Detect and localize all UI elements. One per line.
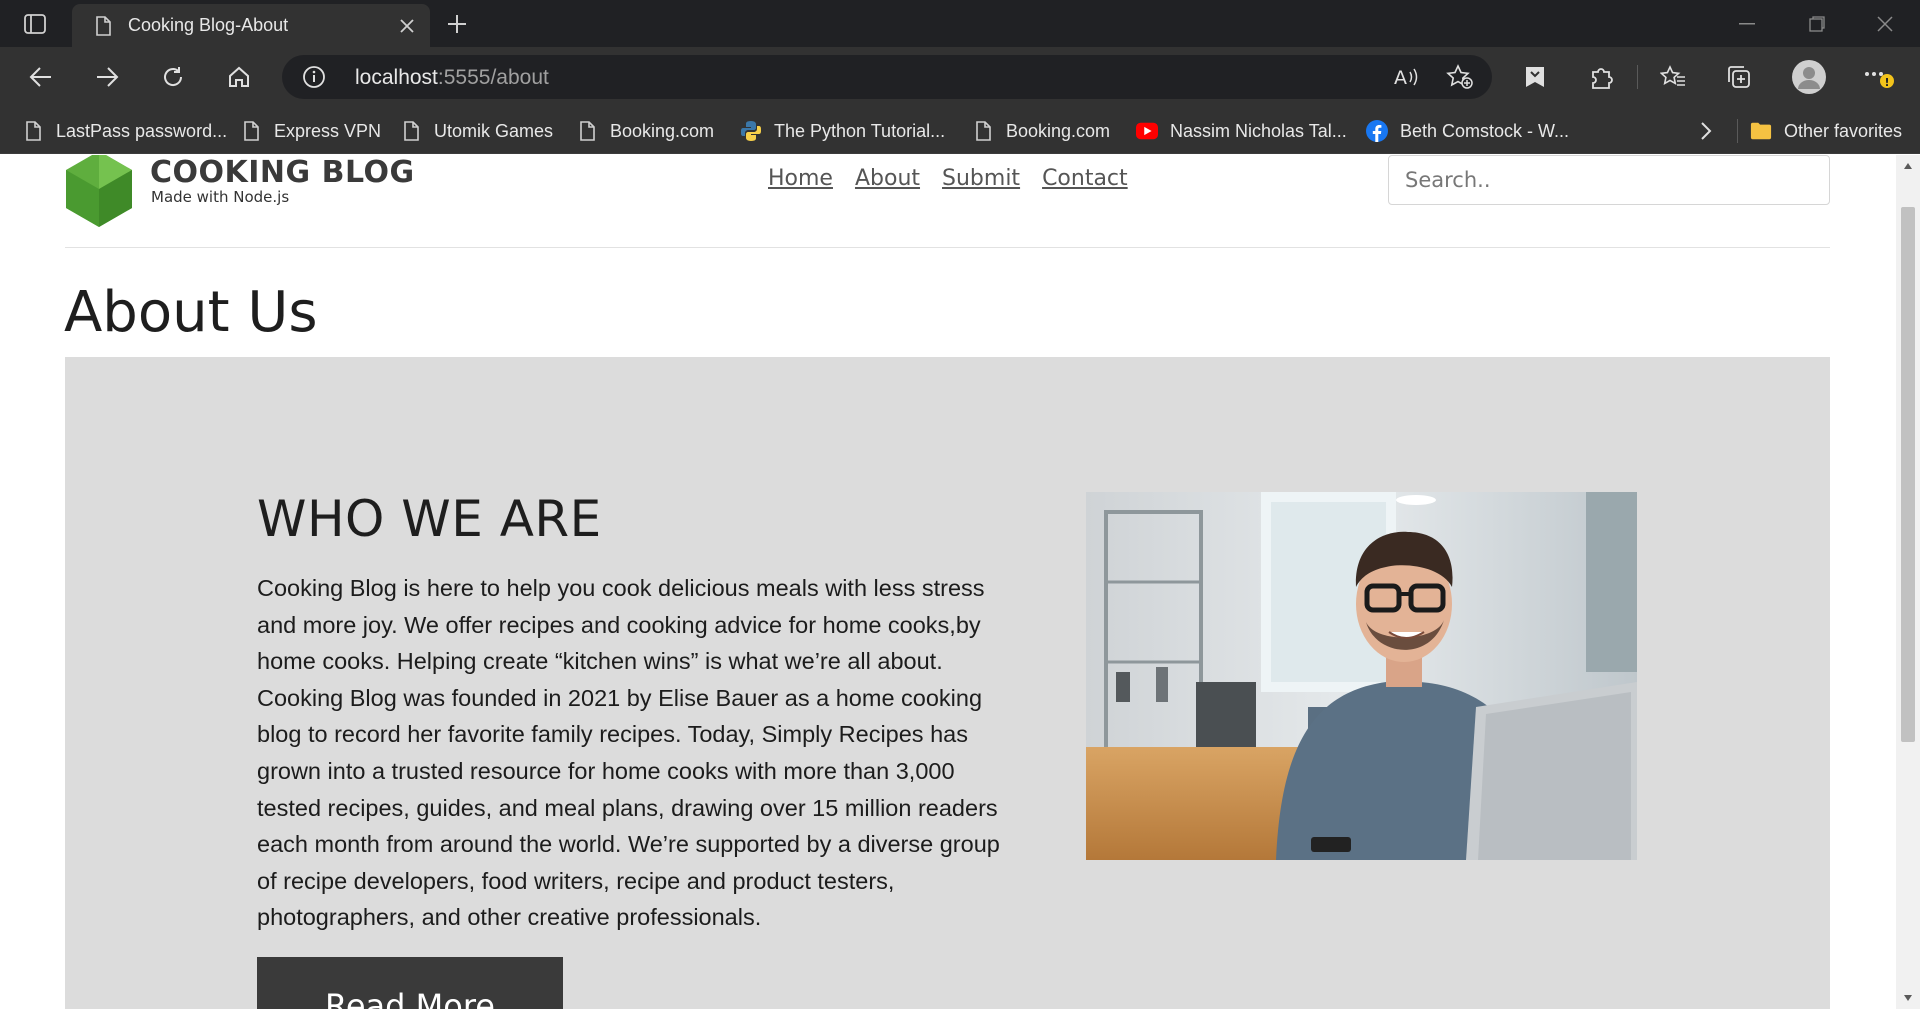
nodejs-logo-icon[interactable] [64,155,134,229]
page-icon [576,120,598,142]
bookmark-label: Utomik Games [434,120,554,141]
main-nav: Home About Submit Contact [768,166,1128,191]
read-more-button[interactable]: Read More [257,957,563,1009]
nav-link-contact[interactable]: Contact [1042,166,1128,191]
forward-icon[interactable] [86,57,128,97]
site-info-icon[interactable] [302,65,326,89]
bookmarks-divider [1737,119,1738,143]
bookmark-item[interactable]: The Python Tutorial... [740,117,945,145]
brand-subtitle: Made with Node.js [151,188,290,206]
restore-icon[interactable] [1782,0,1852,47]
lastpass-extension-icon[interactable] [1514,57,1556,97]
new-tab-icon[interactable] [440,10,474,38]
read-aloud-icon[interactable]: A [1392,64,1420,90]
bookmark-item[interactable]: Nassim Nicholas Tal... [1136,117,1347,145]
url-text: localhost:5555/about [355,66,549,90]
bookmark-item[interactable]: Booking.com [576,117,714,145]
home-icon[interactable] [218,57,260,97]
url-host: localhost [355,66,438,89]
youtube-icon [1136,120,1158,142]
python-icon [740,120,762,142]
browser-toolbar: localhost:5555/about A ! [0,47,1920,107]
who-we-are-heading: WHO WE ARE [257,490,602,548]
page-icon [400,120,422,142]
bookmark-item[interactable]: Booking.com [972,117,1110,145]
page-viewport: COOKING BLOG Made with Node.js Home Abou… [0,155,1896,1009]
who-we-are-text: Cooking Blog is here to help you cook de… [257,575,1000,931]
page-icon [92,15,114,37]
tab-title: Cooking Blog-About [128,15,289,35]
browser-tab-bar: Cooking Blog-About [0,0,1920,47]
bookmark-item[interactable]: Express VPN [240,117,381,145]
bookmark-label: Nassim Nicholas Tal... [1170,120,1347,141]
bookmark-item[interactable]: LastPass password... [22,117,227,145]
more-bookmarks-chevron-icon[interactable] [1700,117,1712,145]
scroll-down-arrow-icon[interactable] [1896,987,1920,1009]
bookmark-label: The Python Tutorial... [774,120,946,141]
tab-actions-icon[interactable] [18,10,52,38]
svg-text:!: ! [1885,76,1890,89]
profile-avatar-icon[interactable] [1788,57,1830,97]
bookmarks-bar: LastPass password... Express VPN Utomik … [0,107,1920,154]
bookmark-label: Booking.com [610,120,715,141]
other-favorites-label: Other favorites [1784,120,1903,141]
close-window-icon[interactable] [1850,0,1920,47]
add-favorite-icon[interactable] [1446,64,1474,90]
favorites-icon[interactable] [1652,57,1694,97]
who-we-are-section: WHO WE ARE Cooking Blog is here to help … [65,357,1830,1009]
page-icon [240,120,262,142]
page-icon [972,120,994,142]
minimize-icon[interactable] [1712,0,1782,47]
close-tab-icon[interactable] [392,11,422,41]
address-bar[interactable]: localhost:5555/about A [282,55,1492,99]
page-scrollbar[interactable] [1896,155,1920,1009]
scroll-up-arrow-icon[interactable] [1896,155,1920,177]
bookmark-label: LastPass password... [56,120,228,141]
bookmark-item[interactable]: Beth Comstock - W... [1366,117,1569,145]
header-divider [65,247,1830,248]
nav-link-submit[interactable]: Submit [942,166,1020,191]
bookmark-item[interactable]: Utomik Games [400,117,553,145]
nav-link-about[interactable]: About [855,166,920,191]
bookmark-label: Express VPN [274,120,382,141]
search-input[interactable] [1388,155,1830,205]
refresh-icon[interactable] [152,57,194,97]
other-favorites[interactable]: Other favorites [1750,117,1902,145]
collections-icon[interactable] [1718,57,1760,97]
extensions-icon[interactable] [1580,57,1622,97]
page-title: About Us [64,280,318,345]
bookmark-label: Booking.com [1006,120,1111,141]
scroll-thumb[interactable] [1901,207,1915,742]
page-icon [22,120,44,142]
svg-text:A: A [1394,67,1407,88]
folder-icon [1750,120,1772,142]
team-member-photo [1086,492,1637,860]
nav-link-home[interactable]: Home [768,166,833,191]
back-icon[interactable] [20,57,62,97]
active-tab[interactable]: Cooking Blog-About [72,4,430,47]
facebook-icon [1366,120,1388,142]
url-path: :5555/about [437,66,549,89]
settings-menu-icon[interactable]: ! [1858,57,1900,97]
brand-title[interactable]: COOKING BLOG [150,155,415,190]
toolbar-divider [1637,65,1638,89]
bookmark-label: Beth Comstock - W... [1400,120,1570,141]
